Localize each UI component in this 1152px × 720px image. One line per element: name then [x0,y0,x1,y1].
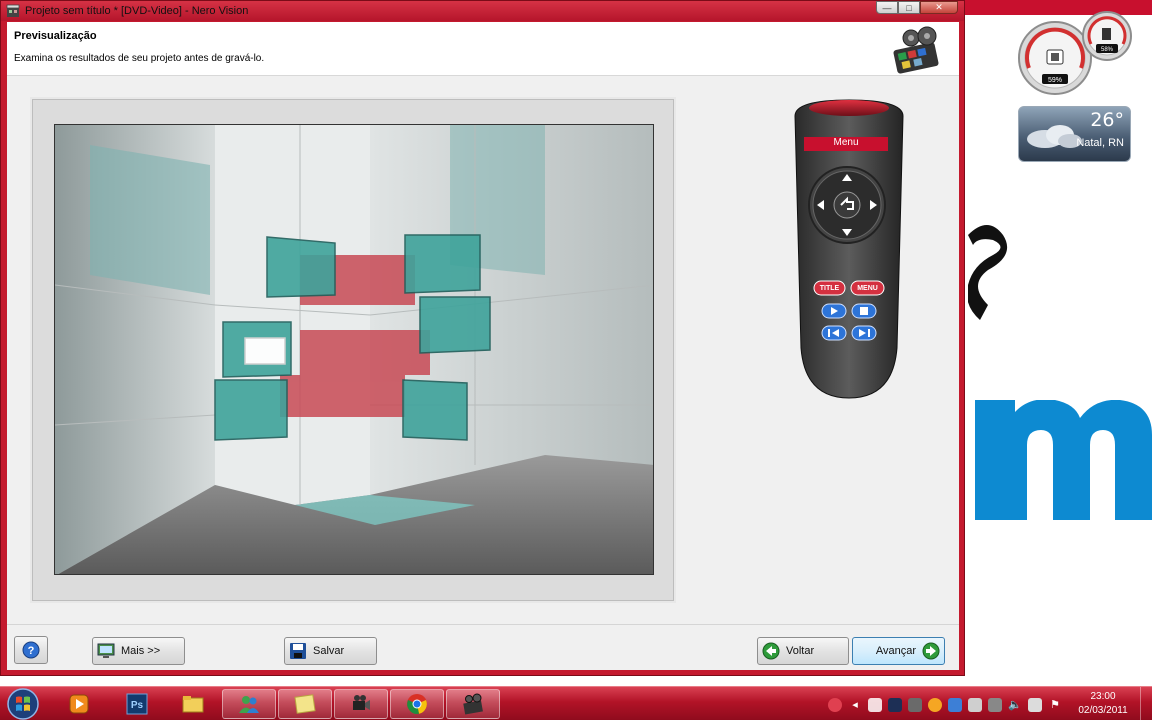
taskbar-sticky-notes[interactable] [278,689,332,719]
help-icon: ? [22,641,40,659]
tray-app-icon[interactable] [828,698,842,712]
footer-divider [7,624,959,625]
system-tray: ◂ 🔈 ⚑ [828,695,1062,715]
monitor-icon [97,643,115,658]
remote-next-button[interactable] [852,326,876,340]
maximize-button[interactable]: □ [898,1,920,14]
start-button[interactable] [4,688,42,720]
tray-chat-icon[interactable] [908,698,922,712]
weather-city: Natal, RN [1076,137,1124,149]
remote-enter-button[interactable] [835,194,859,218]
page-subtitle: Examina os resultados de seu projeto ant… [14,53,265,64]
close-button[interactable]: ✕ [920,1,958,14]
chrome-icon [407,694,427,714]
taskbar-windows-media-player[interactable] [52,689,106,719]
remote-up-button[interactable] [837,172,857,190]
network-icon[interactable] [1028,698,1042,712]
action-center-flag-icon[interactable]: ⚑ [1048,698,1062,712]
remote-down-button[interactable] [837,224,857,242]
tray-gadget-icon[interactable] [868,698,882,712]
window-title: Projeto sem título * [DVD-Video] - Nero … [25,5,249,17]
tray-display-icon[interactable] [948,698,962,712]
save-button[interactable]: Salvar [284,637,377,665]
page-header: Previsualização Examina os resultados de… [7,22,959,76]
remote-play-button[interactable] [822,304,846,318]
save-button-label: Salvar [313,645,345,657]
nero-vision-logo-icon [893,26,939,74]
preview-frame [30,97,676,603]
video-camera-icon [353,695,370,710]
video-preview[interactable] [54,124,654,575]
save-disk-icon [290,643,306,659]
wallpaper-letter-s [968,225,1007,320]
minimize-button[interactable]: — [876,1,898,14]
next-button[interactable]: Avançar [852,637,945,665]
page-title: Previsualização [14,30,97,42]
more-button-label: Mais >> [121,645,161,657]
remote-menu-button[interactable]: MENU [851,284,884,294]
weather-gadget[interactable]: 26° Natal, RN [1018,106,1131,162]
taskbar-live-messenger[interactable] [222,689,276,719]
remote-previous-button[interactable] [822,326,846,340]
window-titlebar[interactable]: Projeto sem título * [DVD-Video] - Nero … [1,1,964,21]
taskbar-chrome[interactable] [390,689,444,719]
back-button[interactable]: Voltar [757,637,849,665]
window-client-area: Previsualização Examina os resultados de… [7,22,959,670]
cpu-meter-gadget[interactable]: 59% 58% [1012,8,1142,98]
back-button-label: Voltar [786,645,815,657]
taskbar-windows-explorer[interactable] [166,689,220,719]
help-button[interactable]: ? [14,636,48,664]
more-button[interactable]: Mais >> [92,637,185,665]
show-desktop-button[interactable] [1140,687,1152,720]
taskbar-photoshop[interactable]: Ps [110,689,164,719]
volume-icon[interactable]: 🔈 [1008,698,1022,712]
sticky-note-icon [294,694,316,714]
remote-menu-label: Menu [833,137,859,148]
remote-left-button[interactable] [812,197,832,215]
media-player-icon [69,694,89,714]
tray-print-icon[interactable] [968,698,982,712]
messenger-icon [239,696,259,713]
taskbar: Ps ◂ 🔈 ⚑ 23:00 02/03/2011 [0,686,1152,720]
dvd-menu-preview-scene [55,125,653,574]
next-button-label: Avançar [875,645,916,657]
folder-icon [182,696,204,713]
tray-device-icon[interactable] [988,698,1002,712]
photoshop-icon: Ps [126,693,148,715]
taskbar-nero-vision[interactable] [446,689,500,719]
tray-update-icon[interactable] [928,698,942,712]
memory-percent: 58% [1101,47,1114,53]
window-controls: — □ ✕ [876,1,958,15]
remote-right-button[interactable] [865,197,885,215]
taskbar-clock[interactable]: 23:00 02/03/2011 [1072,690,1134,718]
remote-stop-button[interactable] [852,304,876,318]
back-arrow-icon [762,642,780,660]
tray-network-app-icon[interactable] [888,698,902,712]
film-clapper-icon [6,4,20,17]
nero-vision-icon [463,693,483,715]
svg-text:?: ? [28,645,35,657]
forward-arrow-icon [922,642,940,660]
nero-vision-window: Projeto sem título * [DVD-Video] - Nero … [0,0,965,676]
clock-date: 02/03/2011 [1078,705,1128,716]
taskbar-video-camera[interactable] [334,689,388,719]
show-hidden-icons-icon[interactable]: ◂ [848,698,862,712]
wallpaper-letter-m [975,400,1152,520]
cpu-percent: 59% [1048,77,1062,84]
svg-text:Ps: Ps [131,700,144,711]
clock-time: 23:00 [1090,691,1116,702]
weather-temperature: 26° [1090,109,1124,131]
remote-title-button[interactable]: TITLE [814,284,845,294]
